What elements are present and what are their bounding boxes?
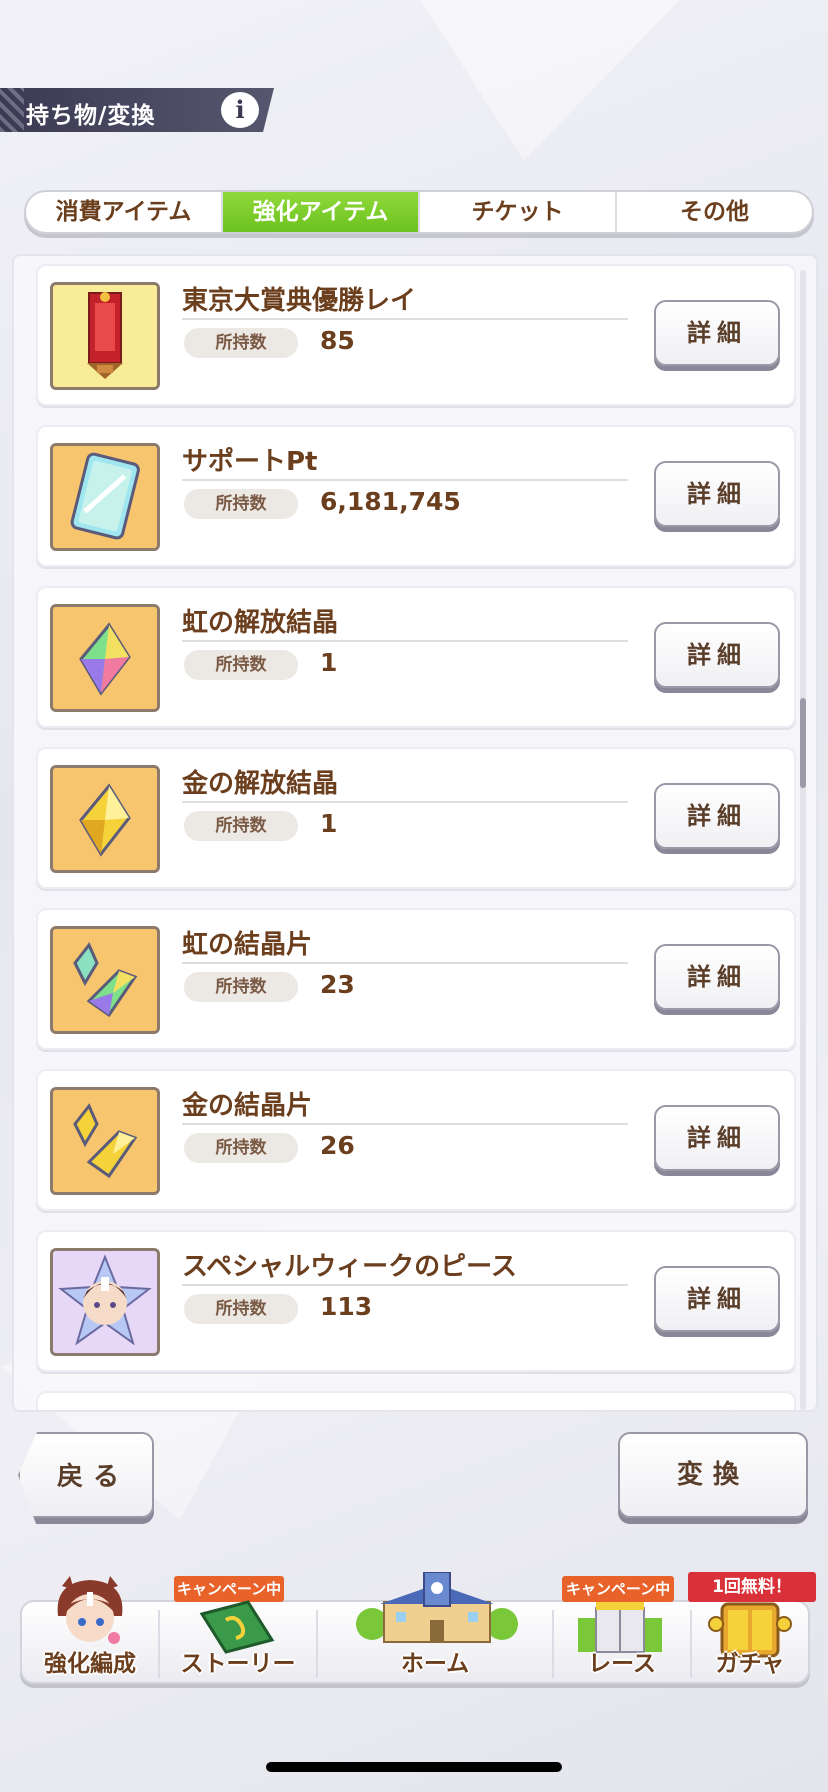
gold-crystal-icon — [50, 765, 160, 873]
background-shape — [420, 0, 680, 160]
back-button[interactable]: 戻る — [18, 1432, 154, 1518]
divider — [182, 1123, 628, 1125]
list-item: スペシャルウィークのピース 所持数 113 詳細 — [36, 1230, 796, 1372]
special-week-piece-icon — [50, 1248, 160, 1356]
scrollbar[interactable] — [800, 270, 806, 1410]
list-item: 虹の結晶片 所持数 23 詳細 — [36, 908, 796, 1050]
detail-button[interactable]: 詳細 — [654, 783, 780, 849]
rainbow-shard-icon — [50, 926, 160, 1034]
campaign-badge: キャンペーン中 — [562, 1576, 674, 1602]
nav-home[interactable]: ホーム — [318, 1572, 552, 1686]
page-header: 持ち物/変換 i — [0, 88, 274, 132]
info-icon[interactable]: i — [221, 92, 259, 128]
nav-label: ガチャ — [715, 1651, 785, 1677]
count-label: 所持数 — [184, 650, 298, 680]
count-value: 85 — [320, 326, 355, 355]
divider — [182, 640, 628, 642]
count-value: 1 — [320, 809, 338, 838]
divider — [182, 801, 628, 803]
divider — [182, 479, 628, 481]
list-item: 金の解放結晶 所持数 1 詳細 — [36, 747, 796, 889]
item-name: 金の結晶片 — [182, 1091, 313, 1121]
detail-button[interactable]: 詳細 — [654, 461, 780, 527]
item-name: 虹の結晶片 — [182, 930, 313, 960]
count-label: 所持数 — [184, 1133, 298, 1163]
item-name: 東京大賞典優勝レイ — [182, 286, 417, 316]
count-value: 23 — [320, 970, 355, 999]
gold-shard-icon — [50, 1087, 160, 1195]
divider — [182, 318, 628, 320]
count-value: 1 — [320, 648, 338, 677]
home-indicator[interactable] — [266, 1762, 562, 1772]
count-label: 所持数 — [184, 489, 298, 519]
convert-button[interactable]: 変換 — [618, 1432, 808, 1518]
item-list[interactable]: 東京大賞典優勝レイ 所持数 85 詳細 サポートPt 所持数 6,181,745… — [12, 254, 818, 1412]
count-label: 所持数 — [184, 328, 298, 358]
free-badge: 1回無料！ — [688, 1572, 816, 1602]
detail-button[interactable]: 詳細 — [654, 1266, 780, 1332]
tab-other[interactable]: その他 — [617, 192, 812, 232]
nav-label: ストーリー — [180, 1651, 296, 1677]
list-item: 虹の解放結晶 所持数 1 詳細 — [36, 586, 796, 728]
school-building-icon — [356, 1572, 518, 1643]
count-label: 所持数 — [184, 972, 298, 1002]
list-item: サポートPt 所持数 6,181,745 詳細 — [36, 425, 796, 567]
count-label: 所持数 — [184, 811, 298, 841]
nav-label: レース — [588, 1651, 656, 1677]
tokyo-daishoten-lei-icon — [50, 282, 160, 390]
count-value: 6,181,745 — [320, 487, 461, 516]
rainbow-crystal-icon — [50, 604, 160, 712]
nav-story[interactable]: キャンペーン中 ストーリー — [160, 1576, 316, 1686]
bottom-nav: 強化編成 キャンペーン中 ストーリー ホーム キャンペーン中 レース 1回無料！… — [20, 1572, 816, 1686]
list-item: 東京大賞典優勝レイ 所持数 85 詳細 — [36, 264, 796, 406]
divider — [182, 1284, 628, 1286]
detail-button[interactable]: 詳細 — [654, 1105, 780, 1171]
nav-label: ホーム — [400, 1651, 470, 1677]
item-name: スペシャルウィークのピース — [182, 1252, 517, 1282]
count-value: 113 — [320, 1292, 373, 1321]
nav-gacha[interactable]: 1回無料！ ガチャ — [688, 1572, 816, 1686]
tab-enhancement[interactable]: 強化アイテム — [223, 192, 420, 232]
list-item — [36, 1391, 796, 1410]
detail-button[interactable]: 詳細 — [654, 944, 780, 1010]
tab-consumable[interactable]: 消費アイテム — [26, 192, 223, 232]
category-tabs: 消費アイテム 強化アイテム チケット その他 — [24, 190, 814, 234]
item-name: 金の解放結晶 — [182, 769, 339, 799]
scrollbar-thumb[interactable] — [800, 698, 806, 788]
campaign-badge: キャンペーン中 — [174, 1576, 284, 1602]
divider — [182, 962, 628, 964]
list-item: 金の結晶片 所持数 26 詳細 — [36, 1069, 796, 1211]
nav-enhance[interactable]: 強化編成 — [22, 1576, 158, 1686]
header-stripes — [0, 88, 24, 132]
tab-ticket[interactable]: チケット — [420, 192, 617, 232]
nav-label: 強化編成 — [44, 1651, 136, 1677]
item-name: 虹の解放結晶 — [182, 608, 339, 638]
page-title: 持ち物/変換 — [26, 103, 156, 129]
detail-button[interactable]: 詳細 — [654, 300, 780, 366]
nav-race[interactable]: キャンペーン中 レース — [554, 1576, 690, 1686]
count-label: 所持数 — [184, 1294, 298, 1324]
item-name: サポートPt — [182, 447, 318, 477]
count-value: 26 — [320, 1131, 355, 1160]
support-pt-card-icon — [50, 443, 160, 551]
detail-button[interactable]: 詳細 — [654, 622, 780, 688]
